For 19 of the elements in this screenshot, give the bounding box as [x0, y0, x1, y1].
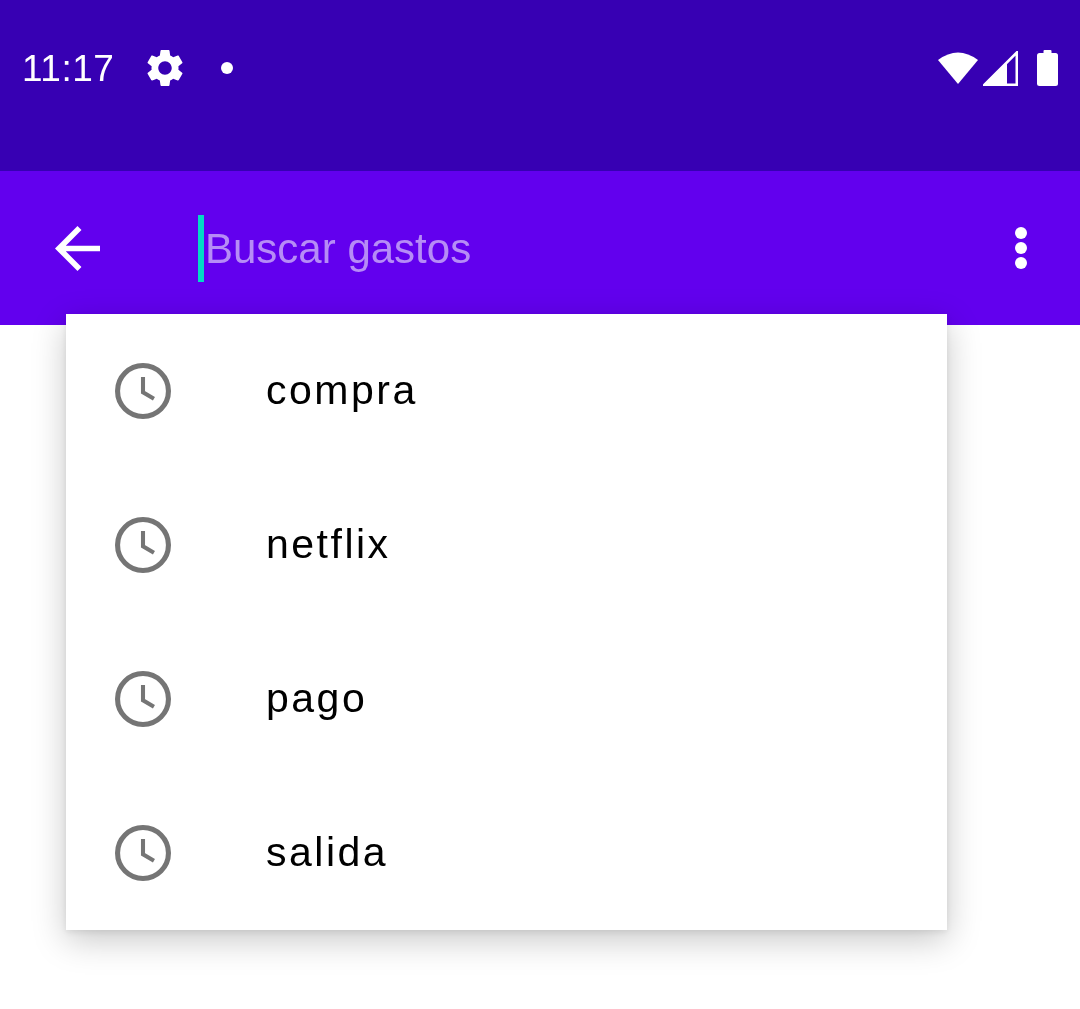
search-field[interactable]: Buscar gastos — [204, 219, 994, 277]
suggestion-item[interactable]: compra — [66, 314, 947, 468]
more-options-icon — [1014, 226, 1028, 270]
clock-icon — [115, 363, 171, 419]
suggestion-item[interactable]: netflix — [66, 468, 947, 622]
clock-icon — [115, 671, 171, 727]
back-button[interactable] — [55, 225, 100, 271]
clock-icon — [115, 825, 171, 881]
battery-icon — [1037, 50, 1058, 86]
clock-icon — [115, 517, 171, 573]
signal-icon — [983, 50, 1018, 86]
back-arrow-icon — [55, 225, 100, 271]
notification-dot-icon — [221, 62, 234, 74]
more-options-button[interactable] — [1014, 226, 1028, 270]
wifi-icon — [938, 52, 978, 84]
suggestion-item[interactable]: pago — [66, 622, 947, 776]
suggestion-item[interactable]: salida — [66, 776, 947, 930]
status-time: 11:17 — [22, 49, 115, 87]
settings-icon — [147, 50, 184, 86]
